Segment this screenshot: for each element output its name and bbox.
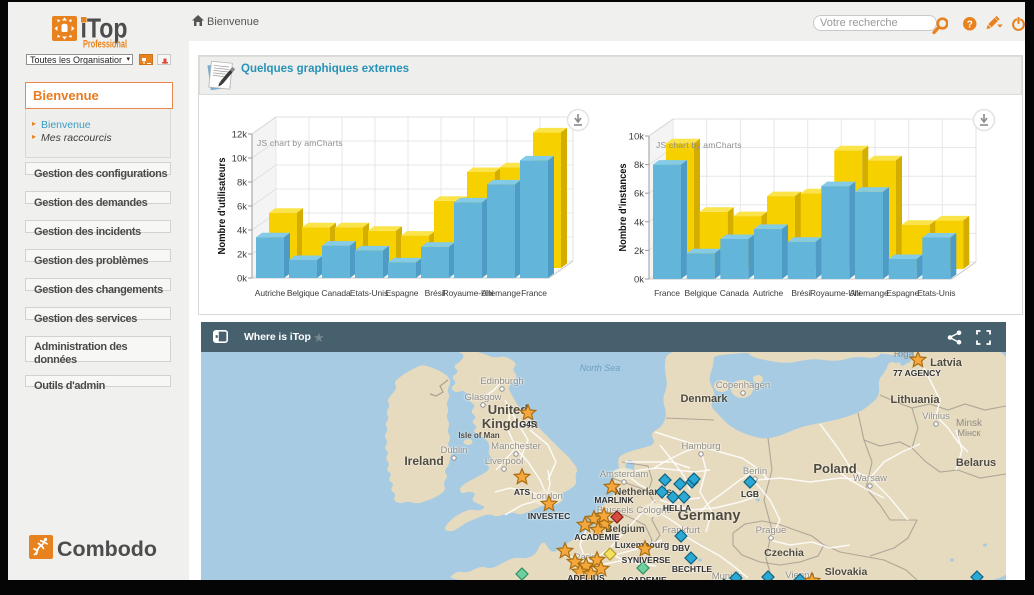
svg-text:Belgique: Belgique (685, 288, 718, 298)
svg-text:BECHTLE: BECHTLE (672, 564, 712, 574)
svg-text:JS chart by amCharts: JS chart by amCharts (656, 140, 742, 150)
svg-text:4k: 4k (634, 217, 644, 228)
svg-text:Allemange: Allemange (481, 288, 521, 298)
svg-text:Vilnius: Vilnius (922, 411, 950, 422)
svg-text:Nombre d'instances: Nombre d'instances (617, 163, 629, 251)
svg-text:SYNIVERSE: SYNIVERSE (622, 555, 671, 565)
svg-text:Professional: Professional (83, 39, 127, 51)
svg-text:Manchester: Manchester (491, 441, 541, 452)
svg-text:Czechia: Czechia (764, 547, 804, 559)
svg-text:Canada: Canada (321, 288, 351, 298)
svg-text:8k: 8k (634, 160, 644, 171)
svg-text:ATS: ATS (514, 487, 531, 497)
svg-text:77 AGENCY: 77 AGENCY (893, 368, 941, 378)
svg-text:8k: 8k (237, 178, 247, 189)
svg-text:6k: 6k (237, 202, 247, 213)
svg-text:France: France (654, 288, 680, 298)
svg-text:?: ? (967, 19, 973, 30)
svg-text:Autriche: Autriche (753, 288, 784, 298)
svg-text:Amsterdam: Amsterdam (600, 469, 649, 480)
svg-text:Liverpool: Liverpool (485, 456, 524, 467)
svg-text:Slovakia: Slovakia (825, 566, 868, 578)
svg-text:France: France (521, 288, 547, 298)
svg-text:Canada: Canada (720, 288, 750, 298)
svg-text:Dublin: Dublin (441, 445, 468, 456)
svg-text:DBV: DBV (672, 543, 690, 553)
svg-text:Autriche: Autriche (255, 288, 286, 298)
svg-text:ACADEMIE: ACADEMIE (574, 532, 620, 542)
svg-text:Allemange: Allemange (849, 288, 889, 298)
svg-text:12k: 12k (232, 130, 248, 141)
svg-text:G4S: G4S (519, 419, 536, 429)
svg-text:2k: 2k (237, 250, 247, 261)
svg-text:Denmark: Denmark (680, 393, 728, 405)
svg-text:Copenhagen: Copenhagen (716, 380, 770, 391)
svg-text:Belgique: Belgique (287, 288, 320, 298)
svg-text:ACADEMIE: ACADEMIE (621, 575, 667, 580)
svg-text:10k: 10k (629, 132, 645, 143)
svg-text:Poland: Poland (813, 461, 856, 476)
svg-text:0k: 0k (237, 274, 247, 285)
svg-text:North Sea: North Sea (580, 363, 621, 373)
svg-text:Espagne: Espagne (886, 288, 919, 298)
svg-text:Мінск: Мінск (958, 428, 981, 438)
svg-text:Belarus: Belarus (956, 457, 996, 469)
svg-text:MARLINK: MARLINK (594, 495, 634, 505)
svg-text:2k: 2k (634, 246, 644, 257)
svg-text:JS chart by amCharts: JS chart by amCharts (257, 138, 343, 148)
svg-text:Espagne: Espagne (386, 288, 419, 298)
svg-text:Prague: Prague (756, 525, 787, 536)
svg-text:HELLA: HELLA (663, 503, 691, 513)
svg-text:INVESTEC: INVESTEC (528, 511, 571, 521)
svg-text:ADELIUS: ADELIUS (567, 573, 605, 580)
svg-text:Etats-Unis: Etats-Unis (350, 288, 388, 298)
svg-text:Hamburg: Hamburg (681, 441, 720, 452)
svg-text:Isle of Man: Isle of Man (458, 431, 499, 440)
svg-text:Ireland: Ireland (404, 454, 443, 468)
svg-text:LGB: LGB (741, 489, 759, 499)
svg-text:4k: 4k (237, 226, 247, 237)
svg-text:Nombre d'utilisateurs: Nombre d'utilisateurs (216, 157, 228, 254)
svg-text:Berlin: Berlin (743, 466, 767, 477)
svg-text:Combodo: Combodo (57, 538, 157, 561)
svg-text:6k: 6k (634, 189, 644, 200)
svg-text:Etats-Unis: Etats-Unis (917, 288, 955, 298)
svg-text:Warsaw: Warsaw (853, 473, 887, 484)
svg-text:United: United (488, 402, 529, 417)
svg-text:10k: 10k (232, 154, 248, 165)
svg-text:Lithuania: Lithuania (891, 394, 941, 406)
svg-text:0k: 0k (634, 275, 644, 286)
svg-text:Edinburgh: Edinburgh (480, 376, 523, 387)
